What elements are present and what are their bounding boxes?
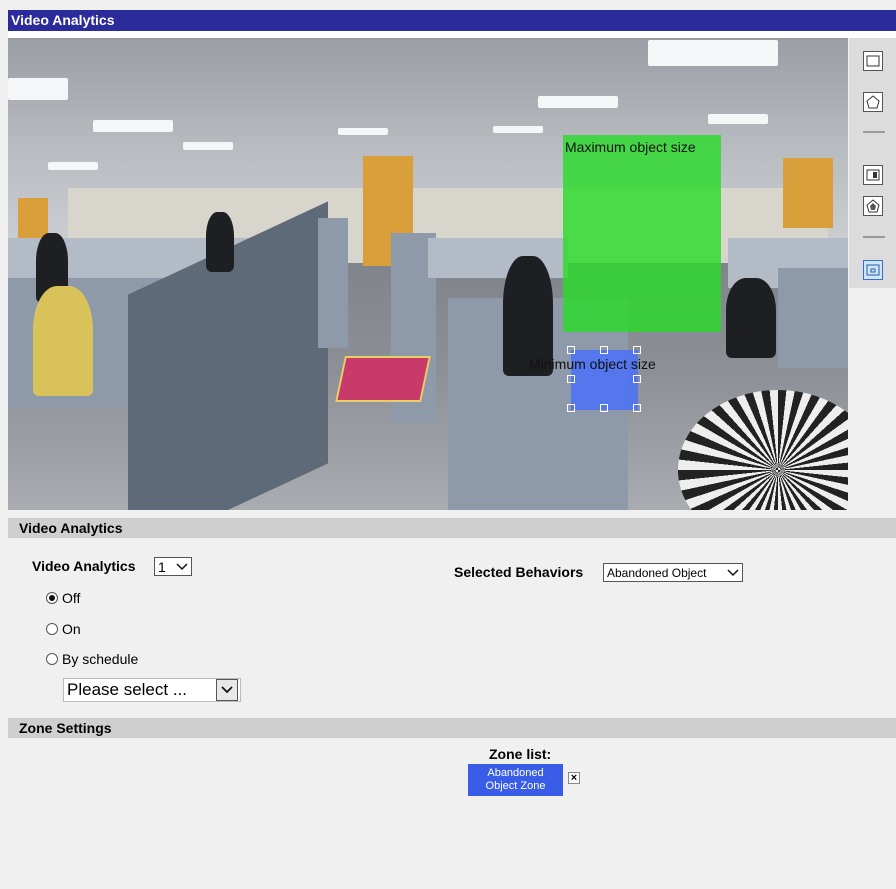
polygon-exclude-tool-icon bbox=[866, 199, 880, 213]
resize-handle[interactable] bbox=[600, 404, 608, 412]
object-size-tool-icon bbox=[866, 264, 880, 276]
tool-separator bbox=[863, 236, 885, 238]
resize-handle[interactable] bbox=[633, 375, 641, 383]
rectangle-tool-icon bbox=[866, 55, 880, 67]
person bbox=[206, 212, 234, 272]
cubicle-partition bbox=[318, 218, 348, 348]
resize-handle[interactable] bbox=[633, 346, 641, 354]
polygon-tool-icon bbox=[866, 95, 880, 109]
ceiling-light bbox=[48, 162, 98, 170]
max-object-size-zone[interactable] bbox=[563, 135, 721, 332]
channel-select[interactable]: 1 bbox=[154, 557, 192, 576]
zone-list-label: Zone list: bbox=[489, 746, 552, 762]
person bbox=[33, 286, 93, 396]
rectangle-exclude-tool-icon bbox=[866, 169, 880, 181]
window-title: Video Analytics bbox=[8, 10, 896, 31]
zone-settings-section-header: Zone Settings bbox=[8, 718, 896, 738]
behaviors-select[interactable]: Abandoned Object bbox=[603, 563, 743, 582]
polygon-tool-button[interactable] bbox=[863, 92, 883, 112]
chevron-down-icon bbox=[176, 562, 188, 571]
close-icon: × bbox=[570, 772, 578, 784]
radio-off-label: Off bbox=[62, 590, 81, 606]
rectangle-exclude-tool-button[interactable] bbox=[863, 165, 883, 185]
behaviors-select-value: Abandoned Object bbox=[607, 565, 707, 580]
video-analytics-section-header: Video Analytics bbox=[8, 518, 896, 538]
schedule-select[interactable]: Please select ... bbox=[63, 678, 241, 702]
zone-tool-panel bbox=[849, 38, 896, 288]
delete-zone-button[interactable]: × bbox=[568, 772, 580, 784]
zone-item-label: Abandoned Object Zone bbox=[485, 767, 546, 792]
chevron-down-icon bbox=[727, 568, 739, 577]
resize-handle[interactable] bbox=[567, 404, 575, 412]
radio-on-label: On bbox=[62, 621, 81, 637]
abandoned-bag bbox=[335, 356, 431, 402]
ceiling-light bbox=[538, 96, 618, 108]
radio-button[interactable] bbox=[46, 623, 58, 635]
chevron-down-icon bbox=[216, 679, 238, 701]
ceiling-light bbox=[183, 142, 233, 150]
ceiling-light bbox=[93, 120, 173, 132]
selected-behaviors-label: Selected Behaviors bbox=[454, 564, 584, 580]
schedule-select-value: Please select ... bbox=[67, 680, 188, 699]
resize-handle[interactable] bbox=[567, 346, 575, 354]
resize-handle[interactable] bbox=[567, 375, 575, 383]
radio-schedule-label: By schedule bbox=[62, 651, 139, 667]
ceiling-light bbox=[8, 78, 68, 100]
pillar bbox=[783, 158, 833, 228]
radio-button[interactable] bbox=[46, 653, 58, 665]
tool-separator bbox=[863, 131, 885, 133]
rectangle-tool-button[interactable] bbox=[863, 51, 883, 71]
office-chair bbox=[726, 278, 776, 358]
ceiling-light bbox=[493, 126, 543, 133]
radio-button[interactable] bbox=[46, 592, 58, 604]
ceiling-light bbox=[648, 40, 778, 66]
ceiling-light bbox=[338, 128, 388, 135]
resize-handle[interactable] bbox=[633, 404, 641, 412]
max-zone-label: Maximum object size bbox=[565, 139, 696, 155]
polygon-exclude-tool-button[interactable] bbox=[863, 196, 883, 216]
radio-on[interactable]: On bbox=[46, 621, 81, 637]
title-divider bbox=[8, 31, 896, 38]
ceiling-light bbox=[708, 114, 768, 124]
min-zone-label: Minimum object size bbox=[529, 356, 656, 372]
radio-off[interactable]: Off bbox=[46, 590, 80, 606]
radio-by-schedule[interactable]: By schedule bbox=[46, 651, 138, 667]
channel-select-value: 1 bbox=[158, 558, 166, 575]
video-analytics-label: Video Analytics bbox=[32, 558, 136, 574]
camera-view[interactable]: Maximum object size Minimum object size bbox=[8, 38, 848, 510]
cubicle-partition bbox=[778, 268, 848, 368]
resize-handle[interactable] bbox=[600, 346, 608, 354]
object-size-tool-button[interactable] bbox=[863, 260, 883, 280]
zone-list-item[interactable]: Abandoned Object Zone bbox=[468, 764, 563, 796]
